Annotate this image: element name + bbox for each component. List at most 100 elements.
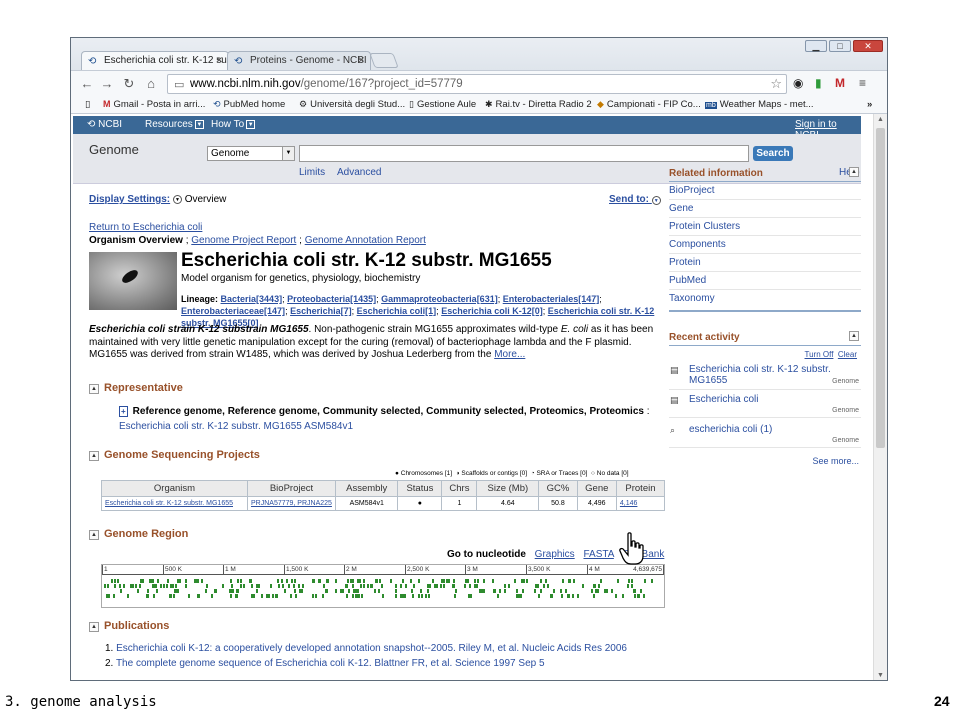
column-header[interactable]: Size (Mb) — [476, 480, 540, 497]
recent-item[interactable]: ▤ Escherichia coli Genome — [669, 394, 861, 418]
bookmark-weather[interactable]: mb Weather Maps - met... — [705, 99, 814, 110]
address-bar[interactable]: ▭ www.ncbi.nlm.nih.gov/genome/167?projec… — [167, 74, 787, 94]
send-to-menu[interactable]: Send to: ▼ — [609, 194, 661, 205]
back-arrow-icon[interactable]: ← — [79, 76, 95, 91]
chevron-down-icon: ▼ — [651, 196, 661, 205]
bookmark-fip[interactable]: ◆ Campionati - FIP Co... — [597, 99, 701, 110]
return-link[interactable]: Return to Escherichia coli — [89, 222, 202, 233]
genome-annotation-report-link[interactable]: Genome Annotation Report — [305, 235, 426, 246]
ruler-label: 1,500 K — [286, 566, 309, 573]
column-header[interactable]: Chrs — [441, 480, 478, 497]
column-header[interactable]: Organism — [101, 480, 248, 497]
recent-item[interactable]: ⌕ escherichia coli (1) Genome — [669, 424, 861, 448]
genome-region-heading[interactable]: ▲ Genome Region — [89, 528, 188, 540]
resources-menu[interactable]: Resources ▼ — [145, 119, 204, 130]
analytics-bars-icon[interactable]: ▮ — [815, 76, 822, 90]
recent-item[interactable]: ▤ Escherichia coli str. K-12 substr. MG1… — [669, 364, 861, 390]
publication-link[interactable]: The complete genome sequence of Escheric… — [116, 658, 545, 669]
reload-icon[interactable]: ↻ — [121, 76, 137, 92]
column-header[interactable]: Gene — [576, 480, 617, 497]
tab-proteins[interactable]: ⟲ Proteins - Genome - NCBI ✕ — [227, 51, 371, 70]
related-item[interactable]: Protein — [669, 255, 861, 272]
expand-icon[interactable]: + — [119, 406, 128, 417]
organism-image[interactable] — [89, 252, 177, 310]
gsp-heading[interactable]: ▲ Genome Sequencing Projects — [89, 449, 260, 461]
ncbi-logo[interactable]: ⟲ NCBI — [87, 119, 122, 130]
more-link[interactable]: More... — [494, 349, 525, 360]
tab-ecoli[interactable]: ⟲ Escherichia coli str. K-12 su ✕ — [81, 51, 229, 70]
assembly-link[interactable]: Escherichia coli str. K-12 substr. MG165… — [119, 421, 353, 432]
gene-mark — [318, 579, 320, 583]
column-header[interactable]: Assembly — [334, 480, 399, 497]
lineage-item[interactable]: Escherichia coli[1] — [357, 306, 437, 316]
turn-off-link[interactable]: Turn Off — [805, 350, 834, 359]
related-item[interactable]: Protein Clusters — [669, 219, 861, 236]
see-more-link[interactable]: See more... — [812, 456, 859, 466]
gene-mark — [428, 594, 430, 598]
related-item[interactable]: BioProject — [669, 183, 861, 200]
gmail-icon[interactable]: M — [835, 76, 845, 90]
maximize-button[interactable]: □ — [829, 40, 851, 52]
lineage-item[interactable]: Escherichia coli K-12[0] — [441, 306, 543, 316]
lineage-item[interactable]: Enterobacteriaceae[147] — [181, 306, 285, 316]
bioproject-cell[interactable]: PRJNA57779, PRJNA225 — [247, 496, 336, 511]
scrollbar-thumb[interactable] — [876, 128, 885, 448]
column-header[interactable]: BioProject — [247, 480, 336, 497]
tab-close-icon[interactable]: ✕ — [215, 55, 223, 66]
publication-link[interactable]: Escherichia coli K-12: a cooperatively d… — [116, 643, 627, 654]
bookmark-page-icon[interactable]: ▯ — [85, 99, 90, 110]
related-info-heading[interactable]: Related information ▲ — [669, 166, 861, 182]
bookmark-raitv[interactable]: ✱ Rai.tv - Diretta Radio 2 — [485, 99, 592, 110]
bookmark-universita[interactable]: ⚙ Università degli Stud... — [299, 99, 405, 110]
tab-close-icon[interactable]: ✕ — [357, 55, 365, 66]
clear-link[interactable]: Clear — [838, 350, 857, 359]
forward-arrow-icon[interactable]: → — [99, 76, 115, 91]
close-window-button[interactable]: ✕ — [853, 40, 883, 52]
howto-menu[interactable]: How To ▼ — [211, 119, 256, 130]
scroll-down-arrow-icon[interactable]: ▼ — [877, 672, 884, 679]
representative-heading[interactable]: ▲ Representative — [89, 382, 183, 394]
genome-ruler[interactable]: 1 500 K 1 M 1,500 K 2 M 2,500 K 3 M 3,500 K 4 M 4… — [101, 564, 665, 608]
bookmark-gmail[interactable]: M Gmail - Posta in arri... — [103, 99, 205, 110]
lineage-item[interactable]: Gammaproteobacteria[631] — [381, 294, 498, 304]
publications-heading[interactable]: ▲ Publications — [89, 620, 169, 632]
gene-mark — [568, 579, 570, 583]
related-item[interactable]: PubMed — [669, 273, 861, 290]
related-item[interactable]: Taxonomy — [669, 291, 861, 307]
fasta-link[interactable]: FASTA — [583, 549, 613, 560]
lineage-item[interactable]: Enterobacteriales[147] — [503, 294, 600, 304]
lineage-item[interactable]: Bacteria[3443] — [221, 294, 283, 304]
menu-icon[interactable]: ≡ — [859, 76, 866, 90]
protein-cell[interactable]: 4,146 — [615, 496, 666, 511]
search-button[interactable]: Search — [753, 146, 793, 161]
gene-mark — [504, 589, 506, 593]
limits-link[interactable]: Limits — [299, 167, 325, 178]
advanced-link[interactable]: Advanced — [337, 167, 381, 178]
graphics-link[interactable]: Graphics — [535, 549, 575, 560]
search-input[interactable] — [299, 145, 749, 162]
home-icon[interactable]: ⌂ — [143, 76, 159, 91]
scroll-up-arrow-icon[interactable]: ▲ — [877, 116, 884, 123]
genome-project-report-link[interactable]: Genome Project Report — [191, 235, 296, 246]
related-item[interactable]: Components — [669, 237, 861, 254]
lineage-item[interactable]: Proteobacteria[1435] — [287, 294, 376, 304]
minimize-button[interactable]: ▁ — [805, 40, 827, 52]
star-icon[interactable]: ☆ — [770, 76, 782, 92]
related-item[interactable]: Gene — [669, 201, 861, 218]
bookmark-pubmed[interactable]: ⟲ PubMed home — [213, 99, 285, 110]
database-select[interactable]: Genome ▼ — [207, 146, 295, 161]
column-header[interactable]: Status — [397, 480, 443, 497]
search-icon: ⌕ — [670, 425, 676, 435]
vertical-scrollbar[interactable]: ▲ ▼ — [873, 114, 887, 680]
column-header[interactable]: GC% — [538, 480, 578, 497]
organism-cell[interactable]: Escherichia coli str. K-12 substr. MG165… — [101, 496, 248, 511]
bookmark-gestione-aule[interactable]: ▯ Gestione Aule — [409, 99, 476, 110]
recent-activity-heading[interactable]: Recent activity ▲ — [669, 330, 861, 346]
bookmarks-overflow[interactable]: » — [867, 99, 872, 110]
display-settings[interactable]: Display Settings: ▼ Overview — [89, 194, 226, 205]
new-tab-button[interactable] — [369, 53, 399, 68]
column-header[interactable]: Protein — [615, 480, 666, 497]
extension-circle-icon[interactable]: ◉ — [793, 76, 803, 90]
lineage-item[interactable]: Escherichia[7] — [290, 306, 352, 316]
gene-mark — [176, 589, 178, 593]
